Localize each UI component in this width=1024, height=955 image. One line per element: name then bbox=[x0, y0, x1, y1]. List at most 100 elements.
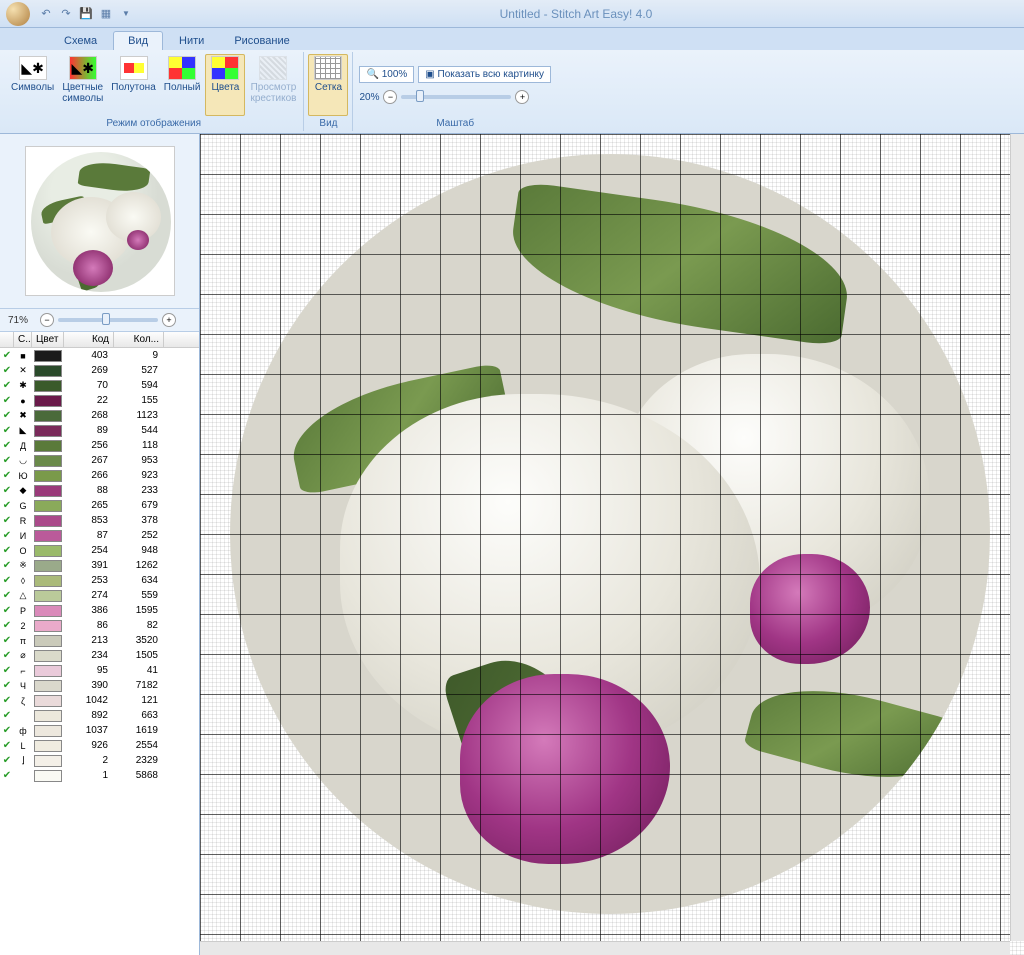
tab-threads[interactable]: Нити bbox=[165, 32, 218, 50]
zoom-100-label: 100% bbox=[382, 69, 408, 80]
zoom-group-label: Маштаб bbox=[436, 116, 474, 129]
preview-stitches-label: Просмотр крестиков bbox=[250, 82, 296, 104]
table-row[interactable]: ✔28682 bbox=[0, 618, 199, 633]
table-row[interactable]: ✔◆88233 bbox=[0, 483, 199, 498]
table-row[interactable]: ✔И87252 bbox=[0, 528, 199, 543]
header-count[interactable]: Кол... bbox=[114, 332, 164, 347]
table-row[interactable]: ✔✖2681123 bbox=[0, 408, 199, 423]
zoom-minus-button[interactable]: − bbox=[383, 90, 397, 104]
row-count: 252 bbox=[114, 530, 164, 541]
horizontal-scrollbar[interactable] bbox=[200, 941, 1010, 955]
table-row[interactable]: ✔※3911262 bbox=[0, 558, 199, 573]
row-count: 118 bbox=[114, 440, 164, 451]
ribbon-tabs: Схема Вид Нити Рисование bbox=[0, 28, 1024, 50]
row-code: 267 bbox=[64, 455, 114, 466]
sidebar-zoom-slider[interactable] bbox=[58, 318, 158, 322]
color-swatch bbox=[34, 455, 62, 467]
table-row[interactable]: ✔✕269527 bbox=[0, 363, 199, 378]
symbols-label: Символы bbox=[11, 82, 54, 93]
sidebar-zoom-plus[interactable]: + bbox=[162, 313, 176, 327]
table-row[interactable]: ✔■4039 bbox=[0, 348, 199, 363]
header-symbol[interactable]: С.. bbox=[14, 332, 32, 347]
table-row[interactable]: ✔⌐9541 bbox=[0, 663, 199, 678]
color-swatch bbox=[34, 575, 62, 587]
undo-icon[interactable]: ↶ bbox=[38, 6, 54, 22]
table-row[interactable]: ✔Д256118 bbox=[0, 438, 199, 453]
table-row[interactable]: ✔ 15868 bbox=[0, 768, 199, 783]
tab-view[interactable]: Вид bbox=[113, 31, 163, 50]
table-row[interactable]: ✔△274559 bbox=[0, 588, 199, 603]
table-row[interactable]: ✔ζ1042121 bbox=[0, 693, 199, 708]
sidebar-zoom-thumb[interactable] bbox=[102, 313, 110, 325]
color-swatch bbox=[34, 485, 62, 497]
color-swatch bbox=[34, 650, 62, 662]
table-row[interactable]: ✔⌀2341505 bbox=[0, 648, 199, 663]
table-row[interactable]: ✔O254948 bbox=[0, 543, 199, 558]
check-icon: ✔ bbox=[0, 530, 14, 541]
zoom-slider[interactable] bbox=[401, 95, 511, 99]
table-row[interactable]: ✔R853378 bbox=[0, 513, 199, 528]
table-row[interactable]: ✔⌋22329 bbox=[0, 753, 199, 768]
view-group-label: Вид bbox=[319, 116, 337, 129]
options-icon[interactable]: ▦ bbox=[98, 6, 114, 22]
check-icon: ✔ bbox=[0, 770, 14, 781]
grid-button[interactable]: Сетка bbox=[308, 54, 348, 116]
table-row[interactable]: ✔Ю266923 bbox=[0, 468, 199, 483]
sidebar-zoom-minus[interactable]: − bbox=[40, 313, 54, 327]
canvas-area[interactable] bbox=[200, 134, 1024, 955]
check-icon: ✔ bbox=[0, 635, 14, 646]
row-code: 256 bbox=[64, 440, 114, 451]
zoom-slider-thumb[interactable] bbox=[416, 90, 424, 102]
tab-schema[interactable]: Схема bbox=[50, 32, 111, 50]
table-row[interactable]: ✔Ч3907182 bbox=[0, 678, 199, 693]
row-symbol: ◊ bbox=[14, 576, 32, 586]
table-row[interactable]: ✔P3861595 bbox=[0, 603, 199, 618]
symbols-button[interactable]: ◣✱ Символы bbox=[8, 54, 57, 116]
table-row[interactable]: ✔✱70594 bbox=[0, 378, 199, 393]
table-row[interactable]: ✔G265679 bbox=[0, 498, 199, 513]
full-icon bbox=[168, 56, 196, 80]
header-color[interactable]: Цвет bbox=[32, 332, 64, 347]
show-all-button[interactable]: ▣ Показать всю картинку bbox=[418, 66, 551, 83]
row-code: 213 bbox=[64, 635, 114, 646]
table-row[interactable]: ✔●22155 bbox=[0, 393, 199, 408]
halftones-button[interactable]: Полутона bbox=[108, 54, 158, 116]
preview-image[interactable] bbox=[25, 146, 175, 296]
color-table[interactable]: С.. Цвет Код Кол... ✔■4039✔✕269527✔✱7059… bbox=[0, 332, 199, 955]
vertical-scrollbar[interactable] bbox=[1010, 134, 1024, 941]
check-icon: ✔ bbox=[0, 665, 14, 676]
header-code[interactable]: Код bbox=[64, 332, 114, 347]
table-row[interactable]: ✔◊253634 bbox=[0, 573, 199, 588]
check-icon: ✔ bbox=[0, 695, 14, 706]
redo-icon[interactable]: ↷ bbox=[58, 6, 74, 22]
row-symbol: R bbox=[14, 516, 32, 526]
row-code: 926 bbox=[64, 740, 114, 751]
row-symbol: ⌐ bbox=[14, 666, 32, 676]
zoom-plus-button[interactable]: + bbox=[515, 90, 529, 104]
color-symbols-button[interactable]: ◣✱ Цветные символы bbox=[59, 54, 106, 116]
save-icon[interactable]: 💾 bbox=[78, 6, 94, 22]
sidebar: 71% − + С.. Цвет Код Кол... ✔■4039✔✕2695… bbox=[0, 134, 200, 955]
color-symbols-label: Цветные символы bbox=[62, 82, 103, 104]
qat-dropdown-icon[interactable]: ▼ bbox=[118, 6, 134, 22]
row-symbol: ◣ bbox=[14, 425, 32, 436]
symbols-icon: ◣✱ bbox=[19, 56, 47, 80]
preview-stitches-button: Просмотр крестиков bbox=[247, 54, 299, 116]
table-row[interactable]: ✔◡267953 bbox=[0, 453, 199, 468]
table-row[interactable]: ✔π2133520 bbox=[0, 633, 199, 648]
app-orb-button[interactable] bbox=[6, 2, 30, 26]
zoom-100-button[interactable]: 🔍 100% bbox=[359, 66, 414, 83]
row-symbol: ✱ bbox=[14, 380, 32, 391]
check-icon: ✔ bbox=[0, 725, 14, 736]
row-code: 254 bbox=[64, 545, 114, 556]
table-row[interactable]: ✔ 892663 bbox=[0, 708, 199, 723]
full-button[interactable]: Полный bbox=[161, 54, 204, 116]
table-row[interactable]: ✔L9262554 bbox=[0, 738, 199, 753]
colors-button[interactable]: Цвета bbox=[205, 54, 245, 116]
ribbon: ◣✱ Символы ◣✱ Цветные символы Полутона П… bbox=[0, 50, 1024, 134]
check-icon: ✔ bbox=[0, 455, 14, 466]
tab-drawing[interactable]: Рисование bbox=[220, 32, 303, 50]
table-row[interactable]: ✔ф10371619 bbox=[0, 723, 199, 738]
ribbon-group-display-mode: ◣✱ Символы ◣✱ Цветные символы Полутона П… bbox=[4, 52, 304, 131]
table-row[interactable]: ✔◣89544 bbox=[0, 423, 199, 438]
